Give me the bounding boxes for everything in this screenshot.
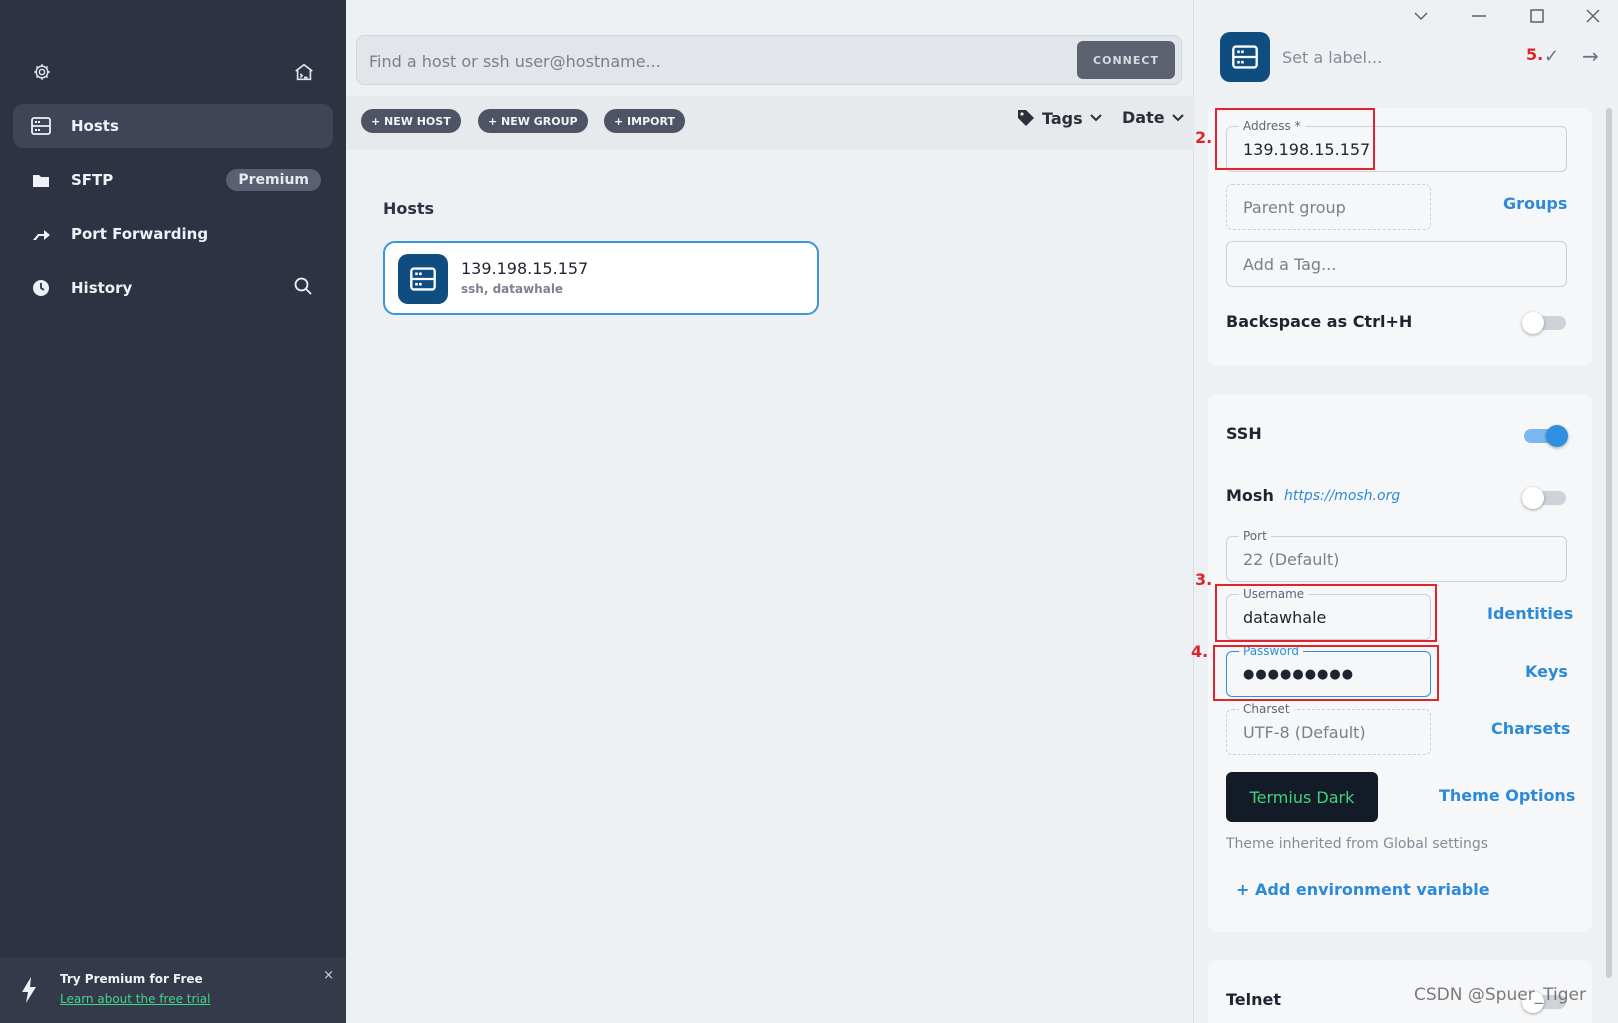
identities-link[interactable]: Identities [1487,604,1573,623]
theme-button[interactable]: Termius Dark [1226,772,1378,822]
tag-field[interactable]: Add a Tag... [1226,241,1567,287]
sidebar-item-port-forwarding[interactable]: Port Forwarding [13,212,333,256]
sidebar-item-label: Hosts [71,117,119,135]
premium-badge: Premium [226,169,321,191]
mosh-link[interactable]: https://mosh.org [1284,488,1400,504]
ssh-toggle[interactable] [1522,425,1568,447]
port-value: 22 (Default) [1243,549,1340,569]
host-editor-panel: 5. ✓ → Address * 139.198.15.157 Parent g… [1191,0,1618,1023]
tag-placeholder: Add a Tag... [1243,254,1337,274]
check-icon[interactable]: ✓ [1544,46,1559,67]
sidebar-item-sftp[interactable]: SFTP Premium [13,158,333,202]
backspace-label: Backspace as Ctrl+H [1226,312,1413,331]
search-icon[interactable] [293,276,317,300]
search-input[interactable] [369,48,1049,74]
import-button[interactable]: + IMPORT [604,109,685,133]
add-env-variable-link[interactable]: + Add environment variable [1236,880,1490,899]
password-field[interactable]: Password ●●●●●●●●● [1226,644,1431,697]
annotation-step-3: 3. [1195,570,1213,589]
close-icon[interactable]: × [323,968,334,983]
promo-link[interactable]: Learn about the free trial [60,992,210,1006]
sidebar-top-icons [30,60,318,84]
premium-promo: Try Premium for Free Learn about the fre… [0,958,346,1023]
arrow-right-icon[interactable]: → [1582,44,1599,68]
sidebar: Hosts SFTP Premium Port Forwarding Histo… [0,0,346,1023]
charset-field[interactable]: Charset UTF-8 (Default) [1226,702,1431,755]
maximize-icon[interactable] [1525,4,1549,28]
mosh-toggle[interactable] [1522,487,1568,509]
groups-link[interactable]: Groups [1503,194,1567,213]
server-icon [29,114,53,138]
theme-hint: Theme inherited from Global settings [1226,836,1489,852]
host-name: 139.198.15.157 [461,259,589,278]
keys-link[interactable]: Keys [1525,662,1568,681]
main-area: CONNECT + NEW HOST + NEW GROUP + IMPORT … [346,0,1194,1023]
hosts-section-title: Hosts [383,199,435,218]
tag-icon [1018,110,1034,126]
address-field[interactable]: Address * 139.198.15.157 [1226,119,1567,172]
sidebar-item-label: History [71,279,133,297]
ssh-card: SSH Mosh https://mosh.org Port 22 (Defau… [1208,394,1592,932]
host-card[interactable]: 139.198.15.157 ssh, datawhale [383,241,819,315]
parent-group-placeholder: Parent group [1243,197,1346,217]
server-icon [398,254,448,304]
username-field[interactable]: Username datawhale [1226,587,1431,640]
sidebar-item-label: Port Forwarding [71,225,209,243]
annotation-step-5: 5. [1526,45,1544,64]
theme-options-link[interactable]: Theme Options [1439,786,1575,805]
password-value: ●●●●●●●●● [1243,666,1355,682]
tags-filter[interactable]: Tags [1016,108,1103,128]
general-card: Address * 139.198.15.157 Parent group Gr… [1208,108,1592,366]
clock-icon [29,276,53,300]
connect-button[interactable]: CONNECT [1077,41,1175,79]
annotation-step-4: 4. [1191,642,1209,661]
tags-label: Tags [1042,108,1083,128]
date-sort[interactable]: Date [1122,108,1185,127]
server-icon [1220,32,1270,82]
folder-icon [29,168,53,192]
address-value: 139.198.15.157 [1243,139,1371,159]
chevron-down-icon [1089,114,1102,122]
port-field[interactable]: Port 22 (Default) [1226,529,1567,582]
bolt-icon [20,976,38,1008]
chevron-down-icon[interactable] [1409,4,1433,28]
watermark: CSDN @Spuer_Tiger [1413,985,1586,1005]
charsets-link[interactable]: Charsets [1491,719,1570,738]
home-terminal-icon[interactable] [292,60,316,84]
port-forwarding-icon [29,222,53,246]
host-subtitle: ssh, datawhale [461,282,564,296]
new-host-button[interactable]: + NEW HOST [361,109,461,133]
mosh-label: Mosh [1226,486,1274,505]
panel-scrollbar[interactable] [1606,108,1612,978]
minimize-icon[interactable] [1467,4,1491,28]
date-label: Date [1122,108,1165,127]
annotation-step-2: 2. [1195,128,1213,147]
ssh-label: SSH [1226,424,1262,443]
username-value: datawhale [1243,607,1327,627]
sidebar-item-hosts[interactable]: Hosts [13,104,333,148]
backspace-toggle[interactable] [1522,312,1568,334]
parent-group-field[interactable]: Parent group [1226,184,1431,230]
host-search-bar: CONNECT [356,35,1182,85]
gear-icon[interactable] [30,60,54,84]
sidebar-item-label: SFTP [71,171,114,189]
charset-value: UTF-8 (Default) [1243,722,1366,742]
new-group-button[interactable]: + NEW GROUP [478,109,588,133]
hosts-toolbar: + NEW HOST + NEW GROUP + IMPORT Tags Dat… [346,96,1194,150]
label-input[interactable] [1282,44,1502,70]
chevron-down-icon [1171,113,1184,121]
promo-title: Try Premium for Free [60,972,203,986]
telnet-label: Telnet [1226,990,1282,1009]
close-icon[interactable] [1581,4,1605,28]
sidebar-item-history[interactable]: History [13,266,333,310]
